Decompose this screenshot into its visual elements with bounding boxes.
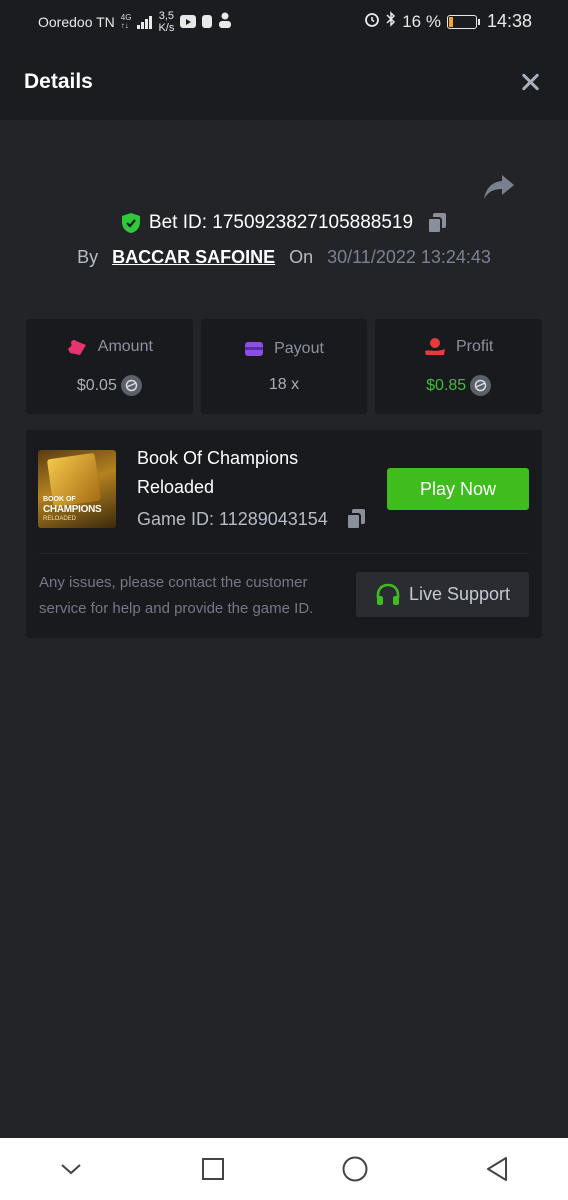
stat-value: 18 x <box>268 375 300 393</box>
share-icon[interactable] <box>482 172 516 202</box>
youtube-icon <box>180 15 197 28</box>
status-bar: Ooredoo TN 4G ↑↓ 3,5 K/s 16 % 14:38 <box>0 0 568 43</box>
amount-icon <box>67 340 86 355</box>
battery-icon <box>446 14 480 29</box>
game-name: Book Of Champions Reloaded <box>137 448 299 497</box>
system-nav-bar <box>0 1138 568 1200</box>
copy-game-id-icon[interactable] <box>345 508 366 530</box>
stat-value: $0.05 <box>76 376 117 394</box>
back-icon[interactable] <box>467 1149 527 1189</box>
by-label: By <box>77 247 99 267</box>
bluetooth-icon <box>386 11 396 32</box>
profit-icon <box>425 338 445 355</box>
thumb-line3: RELOADED <box>43 516 77 522</box>
clock: 14:38 <box>486 11 532 31</box>
shield-check-icon <box>121 213 140 233</box>
on-label: On <box>289 247 314 267</box>
battery-saver-icon <box>202 15 213 28</box>
game-id-row: Game ID: 11289043154 <box>137 508 366 530</box>
bet-id-row: Bet ID: 1750923827105888519 <box>0 212 568 234</box>
thumb-line1: BOOK OF <box>43 496 76 503</box>
divider <box>39 553 529 554</box>
coin-icon <box>470 375 492 396</box>
signal-icon <box>137 15 153 29</box>
status-right: 16 % 14:38 <box>364 11 532 32</box>
stat-label: Profit <box>456 338 494 355</box>
alarm-icon <box>364 11 380 32</box>
user-link[interactable]: BACCAR SAFOINE <box>112 247 275 268</box>
home-icon[interactable] <box>325 1149 385 1189</box>
wallet-icon <box>245 341 264 356</box>
status-left: Ooredoo TN 4G ↑↓ 3,5 K/s <box>38 10 232 34</box>
thumb-line2: CHAMPIONS <box>43 504 102 515</box>
help-text: Any issues, please contact the customer … <box>39 574 314 617</box>
play-now-button[interactable]: Play Now <box>387 468 529 510</box>
details-header: Details <box>0 43 568 120</box>
stat-payout: Payout 18 x <box>200 319 368 414</box>
stat-value: $0.85 <box>426 376 467 394</box>
live-support-label: Live Support <box>408 584 511 604</box>
stat-label: Payout <box>274 339 324 357</box>
stat-label: Amount <box>97 338 153 355</box>
stat-profit: Profit $0.85 <box>375 319 543 414</box>
battery-percent: 16 % <box>402 11 441 31</box>
close-icon[interactable] <box>516 68 544 96</box>
game-panel: BOOK OF CHAMPIONS RELOADED Book Of Champ… <box>26 430 542 638</box>
page-title: Details <box>24 69 93 93</box>
bet-id: Bet ID: 1750923827105888519 <box>148 212 414 233</box>
bet-datetime: 30/11/2022 13:24:43 <box>327 247 491 267</box>
game-id: Game ID: 11289043154 <box>137 508 328 529</box>
chevron-down-icon[interactable] <box>41 1149 101 1189</box>
live-support-button[interactable]: Live Support <box>356 572 529 617</box>
user-icon <box>218 12 232 32</box>
copy-bet-id-icon[interactable] <box>427 212 447 234</box>
bet-author-row: By BACCAR SAFOINE On 30/11/2022 13:24:43 <box>0 247 568 268</box>
network-type: 4G ↑↓ <box>120 12 132 30</box>
stat-amount: Amount $0.05 <box>26 319 193 414</box>
network-speed: 3,5 K/s <box>158 9 175 34</box>
headset-icon <box>376 583 400 605</box>
game-thumbnail[interactable]: BOOK OF CHAMPIONS RELOADED <box>38 450 116 528</box>
carrier-name: Ooredoo TN <box>38 13 115 30</box>
recent-apps-icon[interactable] <box>183 1149 243 1189</box>
bet-stats: Amount $0.05 Payout 18 x Profit $0.85 <box>26 319 543 414</box>
coin-icon <box>120 375 142 396</box>
